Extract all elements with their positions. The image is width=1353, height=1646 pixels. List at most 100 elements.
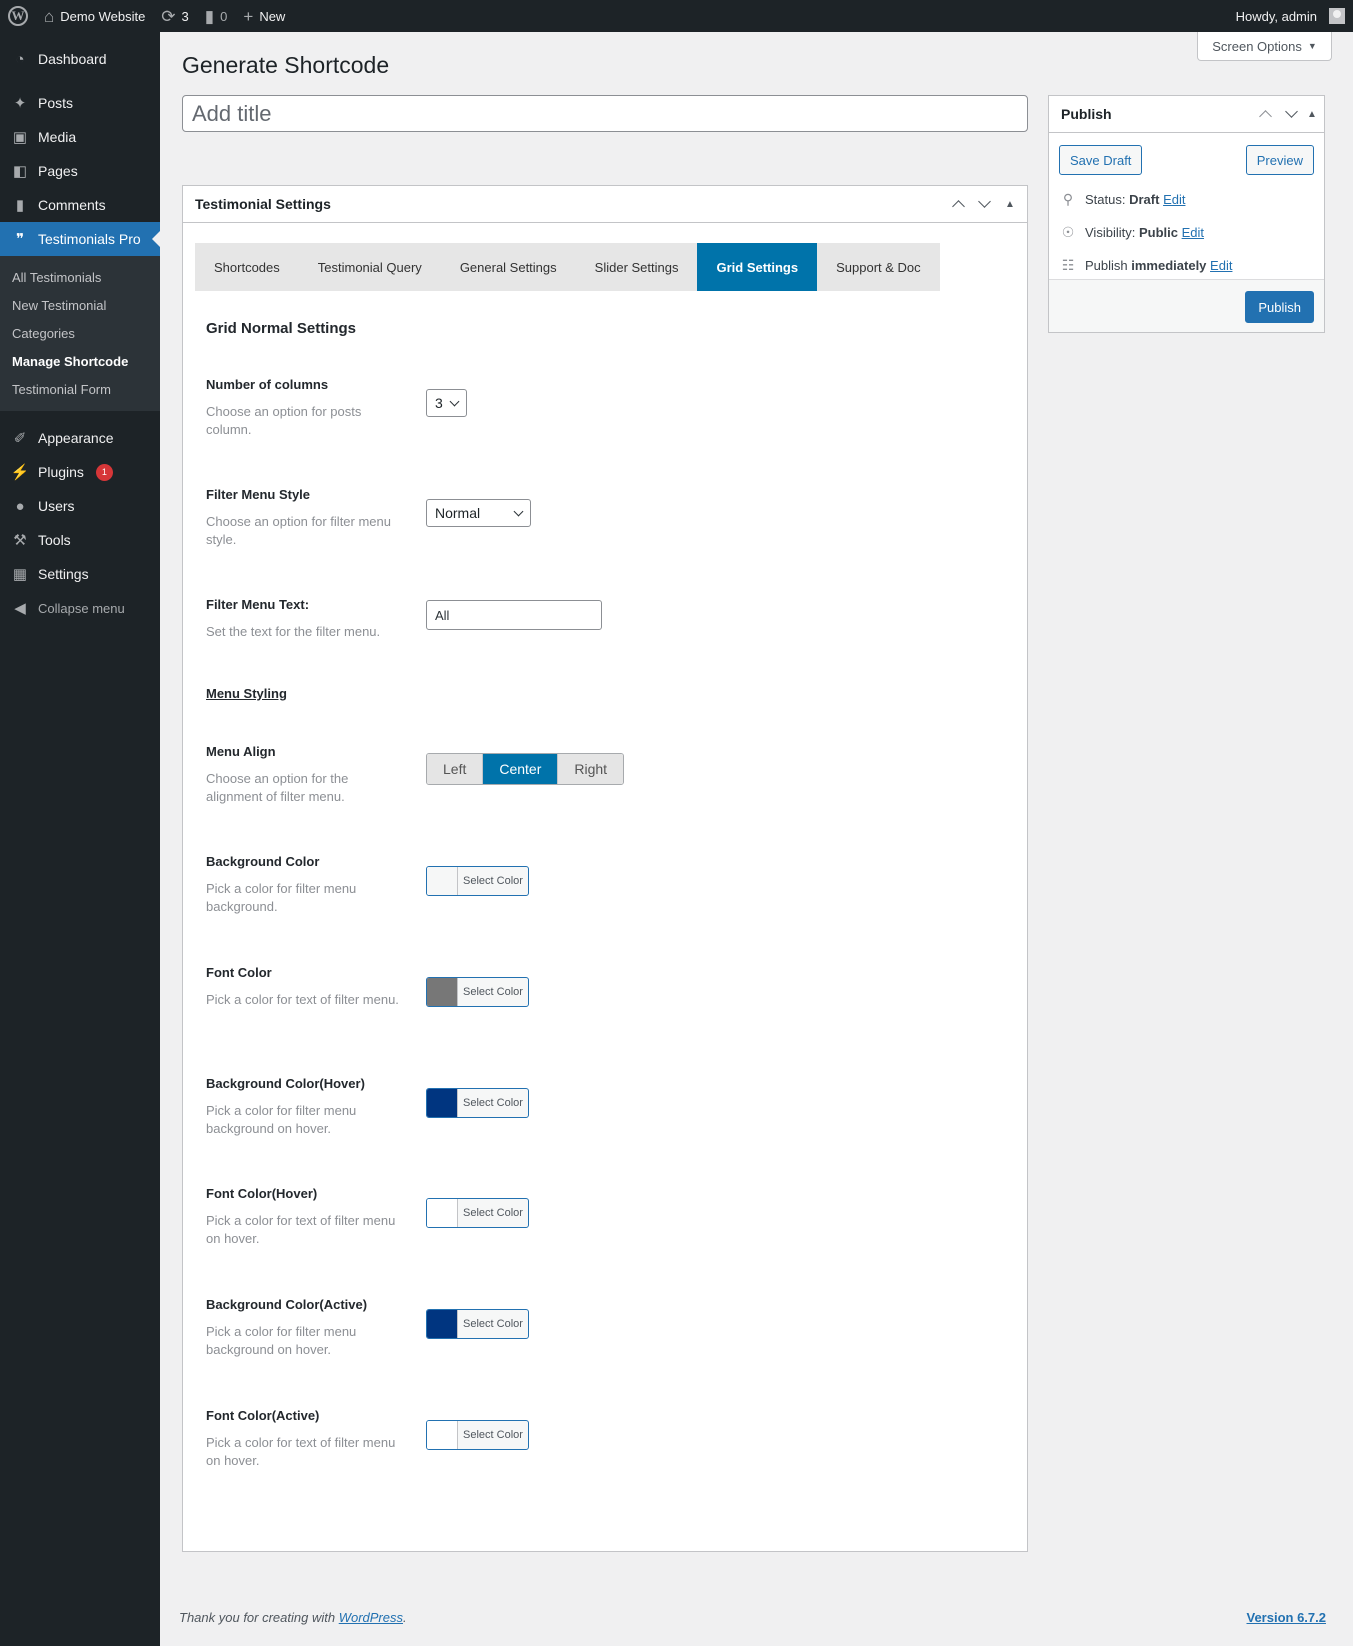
move-down-button[interactable] [1278, 96, 1304, 132]
post-title-input[interactable] [182, 95, 1028, 132]
comments-link[interactable]: ▮ 0 [197, 0, 236, 32]
sidebar-item-plugins[interactable]: ⚡ Plugins 1 [0, 455, 160, 489]
field-label: Filter Menu Style [206, 487, 311, 502]
sidebar-item-users[interactable]: ● Users [0, 489, 160, 523]
edit-status-link[interactable]: Edit [1163, 192, 1185, 207]
edit-visibility-link[interactable]: Edit [1182, 225, 1204, 240]
chevron-down-icon [1284, 105, 1298, 118]
chevron-down-icon [449, 396, 460, 406]
publish-button[interactable]: Publish [1245, 291, 1314, 323]
updates-count: 3 [181, 8, 189, 24]
site-name-link[interactable]: ⌂ Demo Website [36, 0, 153, 32]
toggle-panel-button[interactable]: ▲ [997, 186, 1023, 222]
tab-shortcodes[interactable]: Shortcodes [195, 243, 299, 291]
filter-menu-text-input[interactable] [426, 600, 602, 630]
sidebar-item-comments[interactable]: ▮ Comments [0, 188, 160, 222]
media-icon: ▣ [12, 129, 28, 146]
move-up-button[interactable] [945, 186, 971, 222]
sidebar-item-posts[interactable]: ✦ Posts [0, 86, 160, 120]
submenu-all-testimonials[interactable]: All Testimonials [0, 263, 160, 291]
field-background-color: Background Color Pick a color for filter… [206, 854, 1006, 914]
tab-slider-settings[interactable]: Slider Settings [576, 243, 698, 291]
select-color-label: Select Color [463, 1097, 523, 1109]
tab-grid-settings[interactable]: Grid Settings [697, 243, 818, 291]
status-label: Status: [1085, 192, 1126, 207]
menu-styling-heading: Menu Styling [206, 686, 1006, 701]
user-icon: ● [15, 497, 25, 515]
new-content-link[interactable]: + New [235, 0, 293, 32]
sidebar-item-settings[interactable]: ▦ Settings [0, 557, 160, 591]
color-swatch [427, 1310, 458, 1338]
field-background-color-hover: Background Color(Hover) Pick a color for… [206, 1076, 1006, 1136]
footer-thanks-suffix: . [403, 1610, 407, 1625]
move-up-button[interactable] [1252, 96, 1278, 132]
sidebar-item-dashboard[interactable]: ◔ Dashboard [0, 42, 160, 76]
submenu-new-testimonial[interactable]: New Testimonial [0, 291, 160, 319]
field-label: Number of columns [206, 377, 329, 392]
background-active-color-picker[interactable]: Select Color [426, 1309, 529, 1339]
calendar-icon: ☷ [1061, 257, 1075, 273]
eye-icon: ☉ [1061, 224, 1075, 240]
publish-actions: Publish [1049, 279, 1324, 332]
menu-align-buttonset: Left Center Right [426, 753, 625, 785]
sidebar-item-label: Comments [38, 197, 106, 213]
site-name: Demo Website [60, 8, 146, 24]
my-account-link[interactable]: Howdy, admin [1228, 0, 1353, 32]
sidebar-item-label: Tools [38, 532, 71, 548]
screen-options-label: Screen Options [1212, 38, 1302, 54]
sidebar-item-appearance[interactable]: ✐ Appearance [0, 421, 160, 455]
tab-support-doc[interactable]: Support & Doc [817, 243, 940, 291]
wordpress-link[interactable]: WordPress [339, 1610, 403, 1625]
toggle-panel-button[interactable]: ▲ [1304, 96, 1320, 132]
sidebar-item-pages[interactable]: ◧ Pages [0, 154, 160, 188]
plugin-icon: ⚡ [10, 464, 30, 481]
tab-testimonial-query[interactable]: Testimonial Query [299, 243, 441, 291]
field-description: Pick a color for text of filter menu on … [206, 1435, 396, 1468]
save-draft-button[interactable]: Save Draft [1059, 145, 1143, 175]
updates-link[interactable]: ⟳ 3 [153, 0, 196, 32]
status-value: Draft [1129, 192, 1160, 207]
columns-select[interactable]: 3 [426, 389, 467, 417]
sidebar-item-testimonials-pro[interactable]: ❞ Testimonials Pro [0, 222, 160, 256]
dashboard-icon: ◔ [15, 50, 25, 68]
background-hover-color-picker[interactable]: Select Color [426, 1088, 529, 1118]
tab-general-settings[interactable]: General Settings [441, 243, 576, 291]
wrench-icon: ⚒ [13, 532, 27, 549]
caret-down-icon: ▼ [1307, 41, 1317, 51]
howdy-text: Howdy, admin [1235, 8, 1317, 24]
filter-style-select[interactable]: Normal [426, 499, 531, 527]
sidebar-item-tools[interactable]: ⚒ Tools [0, 523, 160, 557]
submenu-categories[interactable]: Categories [0, 319, 160, 347]
font-active-color-picker[interactable]: Select Color [426, 1420, 529, 1450]
font-hover-color-picker[interactable]: Select Color [426, 1198, 529, 1228]
color-swatch [427, 1421, 458, 1449]
section-title: Grid Normal Settings [206, 320, 357, 337]
font-color-picker[interactable]: Select Color [426, 977, 529, 1007]
submenu-testimonial-form[interactable]: Testimonial Form [0, 375, 160, 403]
sidebar-item-label: Media [38, 129, 77, 145]
field-description: Pick a color for filter menu background … [206, 1324, 357, 1357]
select-color-label: Select Color [463, 875, 523, 887]
field-font-color: Font Color Pick a color for text of filt… [206, 965, 1006, 1007]
align-left-button[interactable]: Left [427, 754, 484, 784]
sidebar-item-media[interactable]: ▣ Media [0, 120, 160, 154]
publish-box-title: Publish [1061, 106, 1112, 122]
wordpress-logo-icon: W [8, 6, 28, 26]
select-color-label: Select Color [463, 1429, 523, 1441]
select-value: 3 [435, 395, 443, 411]
sidebar-item-label: Pages [38, 163, 78, 179]
sidebar-item-label: Testimonials Pro [38, 231, 141, 247]
align-right-button[interactable]: Right [558, 754, 624, 784]
screen-options-button[interactable]: Screen Options ▼ [1197, 32, 1332, 61]
sidebar-item-label: Posts [38, 95, 74, 111]
preview-button[interactable]: Preview [1245, 145, 1314, 175]
edit-schedule-link[interactable]: Edit [1210, 258, 1232, 273]
collapse-menu-button[interactable]: ◀ Collapse menu [0, 591, 160, 625]
settings-box-header: Testimonial Settings ▲ [183, 186, 1027, 223]
version-link[interactable]: Version 6.7.2 [1247, 1610, 1327, 1625]
wp-logo-menu[interactable]: W [0, 0, 36, 32]
move-down-button[interactable] [971, 186, 997, 222]
submenu-manage-shortcode[interactable]: Manage Shortcode [0, 347, 160, 375]
background-color-picker[interactable]: Select Color [426, 866, 529, 896]
align-center-button[interactable]: Center [483, 754, 559, 784]
